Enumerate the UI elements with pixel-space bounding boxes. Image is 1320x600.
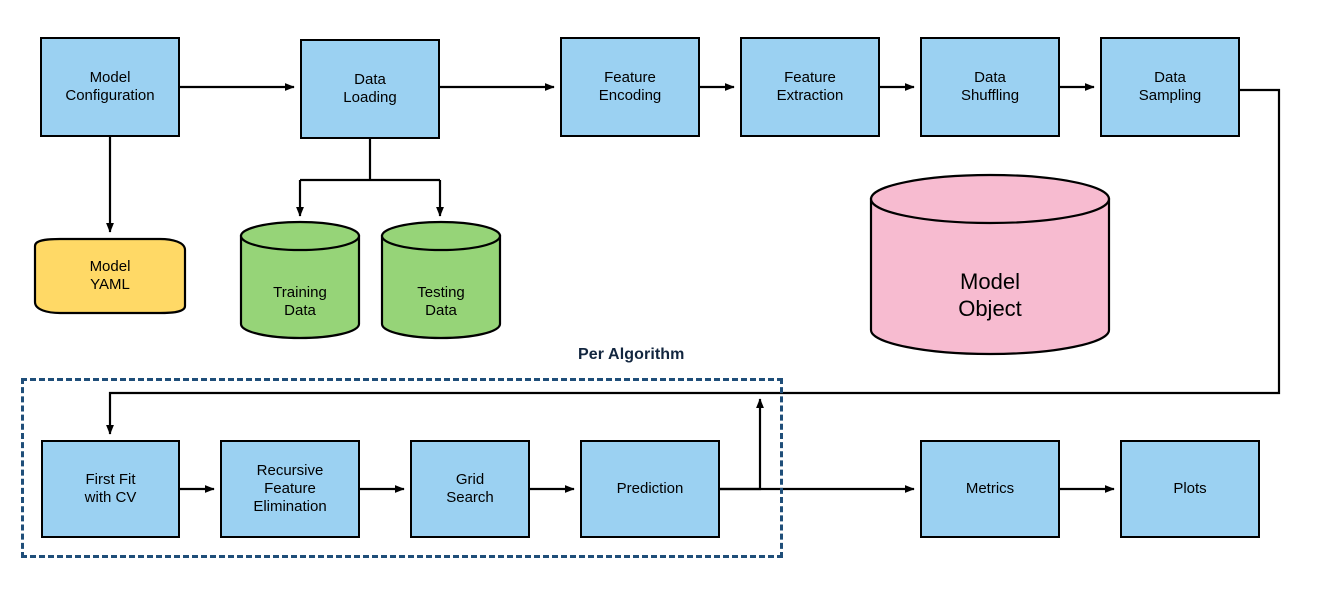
node-feature-extraction[interactable]: Feature Extraction	[740, 37, 880, 137]
cylinder-top	[869, 173, 1111, 225]
node-model-configuration[interactable]: Model Configuration	[40, 37, 180, 137]
node-feature-encoding[interactable]: Feature Encoding	[560, 37, 700, 137]
node-recursive-feature-elimination[interactable]: Recursive Feature Elimination	[220, 440, 360, 538]
flowchart-canvas: Per Algorithm Model Configuration Data L…	[0, 0, 1320, 600]
group-per-algorithm-label: Per Algorithm	[578, 346, 685, 363]
node-metrics[interactable]: Metrics	[920, 440, 1060, 538]
node-model-object[interactable]: Model Object	[869, 173, 1111, 358]
node-prediction[interactable]: Prediction	[580, 440, 720, 538]
node-training-data[interactable]: Training Data	[239, 220, 361, 340]
cylinder-body	[239, 234, 361, 340]
node-plots[interactable]: Plots	[1120, 440, 1260, 538]
cylinder-body	[380, 234, 502, 340]
node-testing-data[interactable]: Testing Data	[380, 220, 502, 340]
tape-shape	[33, 237, 187, 315]
cylinder-top	[380, 220, 502, 252]
cylinder-top	[239, 220, 361, 252]
node-model-yaml[interactable]: Model YAML	[32, 236, 188, 316]
node-data-shuffling[interactable]: Data Shuffling	[920, 37, 1060, 137]
node-grid-search[interactable]: Grid Search	[410, 440, 530, 538]
node-data-loading[interactable]: Data Loading	[300, 39, 440, 139]
node-data-sampling[interactable]: Data Sampling	[1100, 37, 1240, 137]
node-first-fit-with-cv[interactable]: First Fit with CV	[41, 440, 180, 538]
